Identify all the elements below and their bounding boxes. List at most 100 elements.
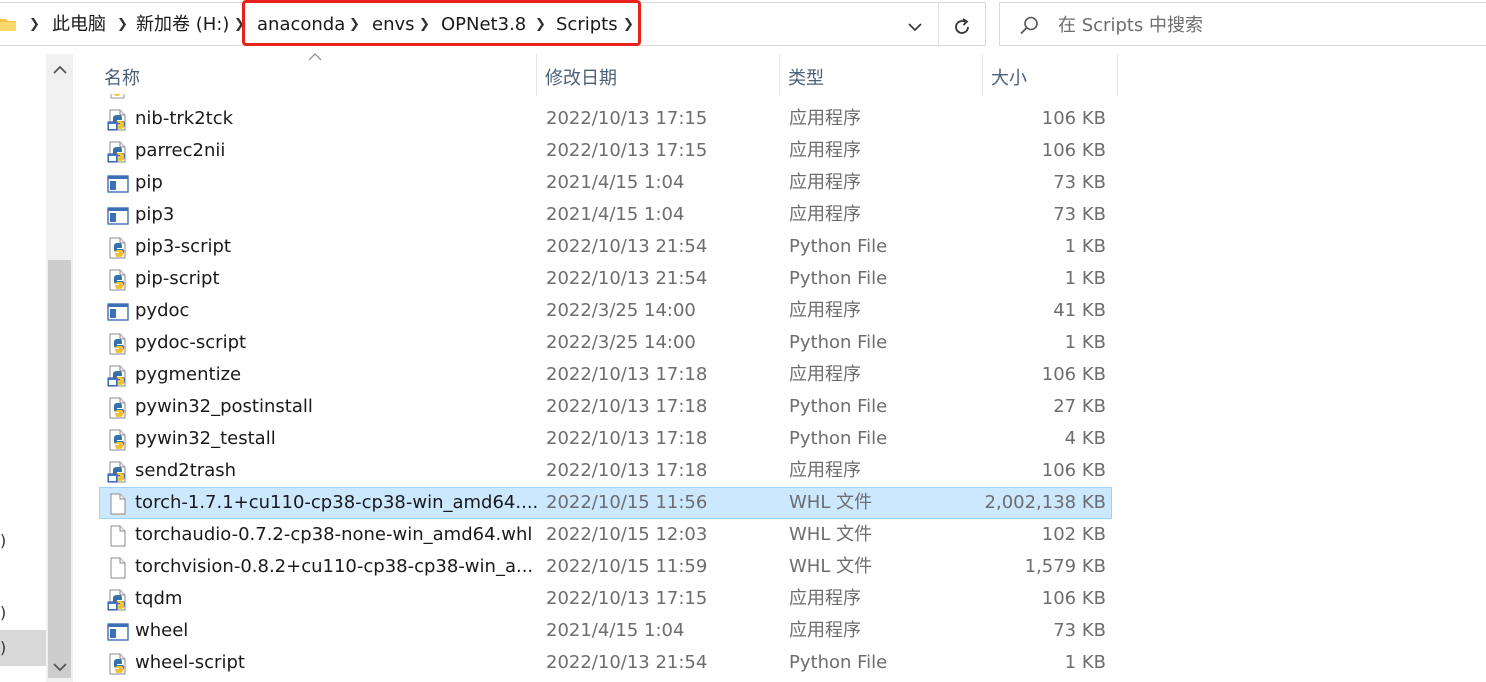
column-header-date[interactable]: 修改日期 bbox=[545, 64, 617, 90]
file-type: 应用程序 bbox=[789, 300, 861, 321]
file-name: pydoc-script bbox=[135, 332, 247, 353]
python-file-icon bbox=[107, 429, 129, 451]
python-exe-icon bbox=[110, 94, 125, 99]
file-size: 1 KB bbox=[1064, 652, 1106, 673]
file-type: Python File bbox=[789, 428, 888, 449]
file-row[interactable]: torchvision-0.8.2+cu110-cp38-cp38-win_a.… bbox=[99, 551, 1112, 583]
python-file-icon bbox=[107, 397, 129, 419]
file-size: 1 KB bbox=[1064, 332, 1106, 353]
file-type: 应用程序 bbox=[789, 460, 861, 481]
file-row[interactable]: send2trash 2022/10/13 17:18 应用程序 106 KB bbox=[99, 455, 1112, 487]
file-date-modified: 2022/3/25 14:00 bbox=[546, 332, 696, 353]
file-size: 41 KB bbox=[1053, 300, 1106, 321]
file-date-modified: 2022/10/13 21:54 bbox=[546, 236, 708, 257]
file-date-modified: 2022/10/13 17:15 bbox=[546, 140, 708, 161]
file-size: 1,579 KB bbox=[1024, 556, 1106, 577]
file-row[interactable]: torch-1.7.1+cu110-cp38-cp38-win_amd64...… bbox=[99, 487, 1112, 519]
file-name: pip-script bbox=[135, 268, 220, 289]
chevron-right-icon[interactable]: ❯ bbox=[117, 12, 128, 38]
file-name: pip bbox=[135, 172, 163, 193]
file-date-modified: 2022/10/13 17:18 bbox=[546, 396, 708, 417]
refresh-button[interactable] bbox=[948, 13, 976, 41]
nav-item-partial[interactable]: ) bbox=[0, 638, 10, 657]
file-name: torchaudio-0.7.2-cp38-none-win_amd64.whl bbox=[135, 524, 533, 545]
file-row[interactable]: parrec2nii 2022/10/13 17:15 应用程序 106 KB bbox=[99, 135, 1112, 167]
file-row[interactable]: pywin32_testall 2022/10/13 17:18 Python Fi… bbox=[99, 423, 1112, 455]
file-date-modified: 2022/10/13 17:18 bbox=[546, 364, 708, 385]
search-box[interactable] bbox=[999, 2, 1486, 46]
chevron-right-icon[interactable]: ❯ bbox=[29, 12, 40, 38]
column-divider[interactable] bbox=[779, 54, 780, 96]
breadcrumb-volume-h[interactable]: 新加卷 (H:) bbox=[136, 12, 229, 38]
file-date-modified: 2022/10/15 12:03 bbox=[546, 524, 708, 545]
file-size: 106 KB bbox=[1041, 460, 1106, 481]
file-type: Python File bbox=[789, 236, 888, 257]
file-type: 应用程序 bbox=[789, 204, 861, 225]
chevron-up-icon bbox=[52, 65, 67, 74]
file-row[interactable]: wheel 2021/4/15 1:04 应用程序 73 KB bbox=[99, 615, 1112, 647]
file-date-modified: 2022/10/13 21:54 bbox=[546, 652, 708, 673]
file-row[interactable]: pydoc-script 2022/3/25 14:00 Python File 1 … bbox=[99, 327, 1112, 359]
file-date-modified: 2021/4/15 1:04 bbox=[546, 172, 685, 193]
nav-pane-scrollbar[interactable] bbox=[46, 54, 73, 682]
file-date-modified: 2022/10/15 11:56 bbox=[546, 492, 708, 513]
file-size: 4 KB bbox=[1064, 428, 1106, 449]
blank-file-icon bbox=[107, 493, 129, 515]
file-name: pygmentize bbox=[135, 364, 242, 385]
file-size: 73 KB bbox=[1053, 204, 1106, 225]
python-file-icon bbox=[107, 237, 129, 259]
file-type: 应用程序 bbox=[789, 172, 861, 193]
file-date-modified: 2021/4/15 1:04 bbox=[546, 204, 685, 225]
file-size: 2,002,138 KB bbox=[984, 492, 1106, 513]
nav-item-partial[interactable]: ) bbox=[0, 531, 10, 550]
app-window-icon bbox=[107, 621, 129, 643]
file-row[interactable]: wheel-script 2022/10/13 21:54 Python File 1… bbox=[99, 647, 1112, 679]
breadcrumb-this-pc[interactable]: 此电脑 bbox=[52, 12, 106, 38]
scroll-down-button[interactable] bbox=[46, 654, 73, 680]
file-name: wheel bbox=[135, 620, 189, 641]
file-row[interactable]: torchaudio-0.7.2-cp38-none-win_amd64.whl… bbox=[99, 519, 1112, 551]
file-row[interactable]: pip-script 2022/10/13 21:54 Python File 1 K… bbox=[99, 263, 1112, 295]
nav-item-partial[interactable]: ) bbox=[0, 603, 10, 622]
file-size: 1 KB bbox=[1064, 236, 1106, 257]
column-divider[interactable] bbox=[536, 54, 537, 96]
column-divider[interactable] bbox=[1117, 54, 1118, 96]
file-name: pip3 bbox=[135, 204, 175, 225]
column-header-row: 名称 修改日期 类型 大小 bbox=[73, 53, 1173, 96]
folder-icon bbox=[0, 19, 16, 31]
file-row[interactable]: pip3 2021/4/15 1:04 应用程序 73 KB bbox=[99, 199, 1112, 231]
address-history-dropdown[interactable] bbox=[903, 15, 927, 39]
file-size: 73 KB bbox=[1053, 620, 1106, 641]
file-name: pip3-script bbox=[135, 236, 231, 257]
file-date-modified: 2022/10/13 17:18 bbox=[546, 428, 708, 449]
file-date-modified: 2022/10/13 17:15 bbox=[546, 108, 708, 129]
file-row[interactable]: tqdm 2022/10/13 17:15 应用程序 106 KB bbox=[99, 583, 1112, 615]
file-type: Python File bbox=[789, 332, 888, 353]
file-date-modified: 2022/10/13 17:18 bbox=[546, 460, 708, 481]
blank-file-icon bbox=[107, 525, 129, 547]
python-exe-icon bbox=[107, 461, 129, 483]
file-row[interactable]: pip 2021/4/15 1:04 应用程序 73 KB bbox=[99, 167, 1112, 199]
scroll-up-button[interactable] bbox=[46, 56, 73, 82]
file-row[interactable]: pygmentize 2022/10/13 17:18 应用程序 106 KB bbox=[99, 359, 1112, 391]
file-type: Python File bbox=[789, 268, 888, 289]
column-header-name[interactable]: 名称 bbox=[104, 64, 140, 90]
file-row[interactable]: nib-trk2tck 2022/10/13 17:15 应用程序 106 KB bbox=[99, 103, 1112, 135]
search-input[interactable] bbox=[1058, 11, 1358, 39]
column-divider[interactable] bbox=[982, 54, 983, 96]
file-name: torch-1.7.1+cu110-cp38-cp38-win_amd64...… bbox=[135, 492, 539, 513]
file-date-modified: 2022/10/13 21:54 bbox=[546, 268, 708, 289]
file-row[interactable]: pywin32_postinstall 2022/10/13 17:18 Pytho… bbox=[99, 391, 1112, 423]
file-date-modified: 2022/3/25 14:00 bbox=[546, 300, 696, 321]
python-exe-icon bbox=[107, 141, 129, 163]
python-file-icon bbox=[107, 653, 129, 675]
file-row[interactable]: pip3-script 2022/10/13 21:54 Python File 1 … bbox=[99, 231, 1112, 263]
annotation-highlight-box bbox=[242, 0, 641, 46]
file-name: tqdm bbox=[135, 588, 183, 609]
file-row[interactable]: pydoc 2022/3/25 14:00 应用程序 41 KB bbox=[99, 295, 1112, 327]
file-type: Python File bbox=[789, 396, 888, 417]
column-header-type[interactable]: 类型 bbox=[788, 64, 824, 90]
column-header-size[interactable]: 大小 bbox=[991, 64, 1027, 90]
scrollbar-thumb[interactable] bbox=[48, 260, 71, 678]
divider bbox=[938, 3, 939, 47]
